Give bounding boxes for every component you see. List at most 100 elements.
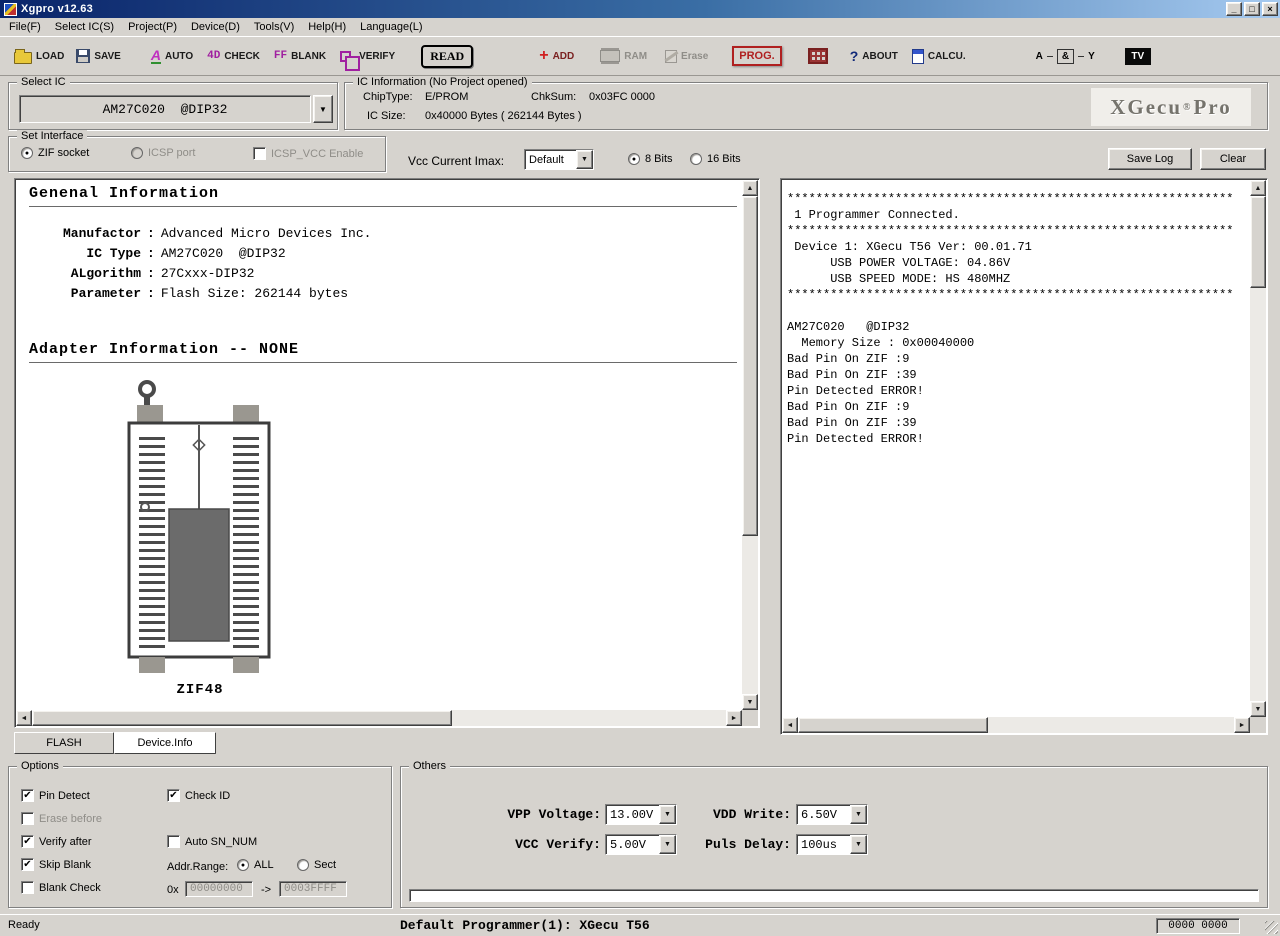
vcc-imax-combo[interactable]: Default ▼ [524, 149, 594, 170]
clear-button[interactable]: Clear [1200, 148, 1266, 170]
checkbox-icon [253, 147, 266, 160]
menu-device[interactable]: Device(D) [184, 19, 247, 35]
maximize-button[interactable]: □ [1244, 2, 1260, 16]
adapter-info-title: Adapter Information -- NONE [29, 341, 737, 358]
others-group: Others VPP Voltage: 13.00V ▼ VDD Write: … [400, 766, 1268, 908]
verify-after-checkbox[interactable]: ✔ Verify after [21, 835, 92, 848]
puls-delay-label: Puls Delay: [651, 837, 791, 852]
scrollbar-thumb[interactable] [32, 710, 452, 726]
chevron-down-icon[interactable]: ▼ [850, 805, 867, 824]
scroll-left-icon[interactable]: ◄ [16, 710, 32, 726]
tv-button[interactable]: TV [1123, 41, 1153, 71]
scroll-right-icon[interactable]: ► [726, 710, 742, 726]
save-button[interactable]: SAVE [74, 41, 123, 71]
close-button[interactable]: × [1262, 2, 1278, 16]
open-folder-icon [14, 52, 32, 64]
load-label: LOAD [36, 51, 64, 62]
addr-sect-radio[interactable]: Sect [297, 859, 336, 871]
blank-check-button[interactable]: FF BLANK [272, 41, 328, 71]
check-id-checkbox[interactable]: ✔ Check ID [167, 789, 230, 802]
scrollbar-thumb[interactable] [1250, 196, 1266, 288]
checkbox-icon: ✔ [21, 835, 34, 848]
menu-help[interactable]: Help(H) [301, 19, 353, 35]
separator: : [141, 226, 161, 241]
horizontal-scrollbar[interactable]: ◄ ► [782, 717, 1250, 733]
selected-ic-display[interactable]: AM27C020 @DIP32 [19, 95, 311, 123]
add-button[interactable]: + ADD [537, 41, 576, 71]
check-id-button[interactable]: 4D CHECK [205, 41, 262, 71]
read-label: READ [421, 45, 473, 68]
read-button[interactable]: READ [419, 41, 475, 71]
scroll-down-icon[interactable]: ▼ [742, 694, 758, 710]
log-line: AM27C020 @DIP32 [787, 319, 1247, 335]
auto-sn-checkbox[interactable]: Auto SN_NUM [167, 835, 257, 848]
scroll-down-icon[interactable]: ▼ [1250, 701, 1266, 717]
arrow-label: -> [261, 884, 271, 896]
menu-project[interactable]: Project(P) [121, 19, 184, 35]
tab-device-info[interactable]: Device.Info [114, 732, 216, 754]
scroll-up-icon[interactable]: ▲ [1250, 180, 1266, 196]
separator: : [141, 246, 161, 261]
chevron-down-icon[interactable]: ▼ [576, 150, 593, 169]
clear-label: Clear [1220, 153, 1246, 165]
icsp-port-label: ICSP port [148, 147, 196, 159]
horizontal-scrollbar[interactable]: ◄ ► [16, 710, 742, 726]
logic-wire-icon [1078, 56, 1084, 57]
minimize-button[interactable]: _ [1226, 2, 1242, 16]
scrollbar-thumb[interactable] [742, 196, 758, 536]
icsize-value: 0x40000 Bytes ( 262144 Bytes ) [425, 110, 582, 122]
icsp-port-radio: ICSP port [131, 147, 196, 159]
puls-delay-combo[interactable]: 100us ▼ [796, 834, 868, 855]
16bits-radio[interactable]: 16 Bits [690, 153, 741, 165]
addr-from-input: 00000000 [185, 881, 253, 897]
load-button[interactable]: LOAD [12, 41, 66, 71]
checkbox-icon: ✔ [167, 789, 180, 802]
scroll-right-icon[interactable]: ► [1234, 717, 1250, 733]
8bits-radio[interactable]: ● 8 Bits [628, 153, 673, 165]
scrollbar-thumb[interactable] [798, 717, 988, 733]
vertical-scrollbar[interactable]: ▲ ▼ [1250, 180, 1266, 717]
log-line: Bad Pin On ZIF :39 [787, 367, 1247, 383]
logic-test-button[interactable]: A & Y [1034, 41, 1097, 71]
calculator-button[interactable]: CALCU. [910, 41, 968, 71]
menu-file[interactable]: File(F) [2, 19, 48, 35]
menu-tools[interactable]: Tools(V) [247, 19, 301, 35]
hex-prefix-label: 0x [167, 884, 179, 896]
xgecu-pro-logo: XGecu®Pro [1091, 88, 1251, 126]
auto-button[interactable]: A AUTO [149, 41, 195, 71]
blank-label: BLANK [291, 51, 326, 62]
menu-language[interactable]: Language(L) [353, 19, 429, 35]
vdd-write-combo[interactable]: 6.50V ▼ [796, 804, 868, 825]
verify-button[interactable]: VERIFY [338, 41, 397, 71]
separator: : [141, 286, 161, 301]
ic-grid-button[interactable] [806, 41, 830, 71]
menu-select-ic[interactable]: Select IC(S) [48, 19, 121, 35]
and-gate-icon: & [1057, 49, 1074, 64]
tab-flash[interactable]: FLASH [14, 732, 114, 754]
chevron-down-icon[interactable]: ▼ [850, 835, 867, 854]
vertical-scrollbar[interactable]: ▲ ▼ [742, 180, 758, 710]
scroll-left-icon[interactable]: ◄ [782, 717, 798, 733]
blank-check-checkbox[interactable]: Blank Check [21, 881, 101, 894]
info-row: Manufactor : Advanced Micro Devices Inc. [29, 223, 737, 243]
select-ic-dropdown-button[interactable]: ▼ [313, 95, 333, 123]
addr-all-radio[interactable]: ● ALL [237, 859, 274, 871]
save-log-button[interactable]: Save Log [1108, 148, 1192, 170]
app-icon[interactable] [4, 3, 17, 16]
erase-label: Erase [681, 51, 708, 62]
resize-grip[interactable] [1265, 921, 1278, 934]
scrollbar-corner [742, 710, 758, 726]
vcc-imax-label: Vcc Current Imax: [408, 154, 504, 168]
ic-info-group: IC Information (No Project opened) ChipT… [344, 82, 1268, 130]
scroll-up-icon[interactable]: ▲ [742, 180, 758, 196]
zif-socket-radio[interactable]: ● ZIF socket [21, 147, 89, 159]
about-label: ABOUT [862, 51, 898, 62]
options-legend: Options [17, 760, 63, 772]
skip-blank-checkbox[interactable]: ✔ Skip Blank [21, 858, 91, 871]
program-button[interactable]: PROG. [730, 41, 783, 71]
about-button[interactable]: ? ABOUT [848, 41, 900, 71]
blank-ff-icon: FF [274, 50, 287, 62]
chiptype-label: ChipType: [363, 91, 413, 103]
pin-detect-checkbox[interactable]: ✔ Pin Detect [21, 789, 90, 802]
checkbox-icon [167, 835, 180, 848]
